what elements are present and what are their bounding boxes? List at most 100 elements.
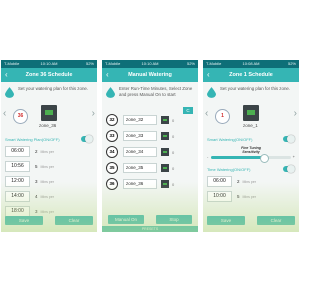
minutes-value[interactable]: 5 (35, 164, 38, 169)
zone-name-field[interactable]: zone_36 (123, 179, 157, 189)
nav-bar: ‹ Zone 36 Schedule (1, 68, 97, 82)
battery-level: 52% (287, 61, 296, 66)
run-time-value[interactable]: 0 (172, 134, 174, 139)
carrier-label: T-Mobile (206, 61, 222, 66)
page-title: Manual Watering (128, 72, 172, 78)
time-input[interactable]: 14:00 (5, 191, 30, 202)
time-row: 06:00 2 Mins per (203, 174, 299, 189)
zone-row[interactable]: 34 zone_34 0 (102, 144, 198, 160)
clear-button[interactable]: Clear (55, 216, 93, 225)
water-drop-icon (207, 87, 216, 98)
zone-number-badge: 36 (13, 109, 28, 124)
chevron-right-icon[interactable]: › (92, 108, 95, 119)
instruction-row: Enter Run-Time Minutes, Select Zone and … (102, 82, 198, 100)
button-row: Save Clear (207, 216, 295, 225)
chevron-left-icon[interactable]: ‹ (205, 108, 208, 119)
chevron-left-icon[interactable]: ‹ (3, 108, 6, 119)
instruction-text: Set your watering plan for this zone. (18, 86, 89, 91)
nav-bar: ‹ Manual Watering (102, 68, 198, 82)
time-watering-toggle-row: Time Watering(ON/OFF) (203, 164, 299, 174)
instruction-text: Set your watering plan for this zone. (220, 86, 291, 91)
zone-number-circle[interactable]: 34 (106, 146, 118, 158)
smart-watering-toggle-row: Smart Watering(ON/OFF) (203, 134, 299, 144)
zone-name-field[interactable]: zone_34 (123, 147, 157, 157)
status-bar: T-Mobile 10:10 AM 52% (1, 60, 97, 68)
zone-name: zone_1 (243, 123, 258, 128)
time-input[interactable]: 12:00 (5, 176, 30, 187)
time-input[interactable]: 06:00 (207, 176, 232, 187)
instruction-text: Enter Run-Time Minutes, Select Zone and … (119, 86, 193, 97)
clock: 10:10 AM (40, 61, 58, 66)
manual-on-button[interactable]: Manual On (108, 215, 144, 224)
minutes-unit: Mins per (40, 149, 54, 154)
water-drop-icon (5, 87, 14, 98)
minutes-unit: Mins per (242, 194, 256, 199)
zone-name-field[interactable]: zone_33 (123, 131, 157, 141)
zone-row[interactable]: 35 zone_35 0 (102, 160, 198, 176)
zone-list: 32 zone_32 0 33 zone_33 0 34 zone_34 0 35 zone_35 0… (102, 112, 198, 192)
zone-selector: ‹ 36 zone_36 › (1, 100, 97, 134)
slider-knob[interactable] (260, 154, 269, 163)
zone-name: zone_36 (39, 123, 57, 128)
run-time-value[interactable]: 0 (172, 150, 174, 155)
toggle-label: Time Watering(ON/OFF) (207, 166, 251, 172)
back-arrow-icon[interactable]: ‹ (5, 68, 8, 82)
zone-row[interactable]: 32 zone_32 0 (102, 112, 198, 128)
back-arrow-icon[interactable]: ‹ (207, 68, 210, 82)
battery-level: 52% (85, 61, 94, 66)
save-button[interactable]: Save (207, 216, 245, 225)
clear-button[interactable]: Clear (257, 216, 295, 225)
battery-level: 52% (186, 61, 195, 66)
time-list: 06:00 2 Mins per 10:56 5 Mins per 12:00 3 Mins p… (1, 144, 97, 219)
back-arrow-icon[interactable]: ‹ (106, 68, 109, 82)
minutes-unit: Mins per (40, 194, 54, 199)
manual-watering-screen: T-Mobile 10:10 AM 52% ‹ Manual Watering … (102, 60, 198, 232)
clock: 10:10 AM (141, 61, 159, 66)
zone-thumbnail (161, 164, 169, 172)
zone-number-circle[interactable]: 32 (106, 114, 118, 126)
time-input[interactable]: 10:00 (207, 191, 232, 202)
zone-number-circle[interactable]: 36 (106, 178, 118, 190)
minutes-value[interactable]: 2 (35, 149, 38, 154)
presets-bar[interactable]: PRESETS (102, 226, 198, 232)
minutes-value[interactable]: 3 (35, 209, 38, 214)
minutes-value[interactable]: 3 (35, 179, 38, 184)
zone-name-field[interactable]: zone_35 (123, 163, 157, 173)
page-title: Zone 1 Schedule (229, 72, 273, 78)
stop-button[interactable]: Stop (156, 215, 192, 224)
chevron-right-icon[interactable]: › (294, 108, 297, 119)
zone-number-circle[interactable]: 33 (106, 130, 118, 142)
run-time-value[interactable]: 0 (172, 182, 174, 187)
zone-row[interactable]: 36 zone_36 0 (102, 176, 198, 192)
minutes-value[interactable]: 5 (237, 194, 240, 199)
save-button[interactable]: Save (5, 216, 43, 225)
zone-name-field[interactable]: zone_32 (123, 115, 157, 125)
carrier-label: T-Mobile (4, 61, 20, 66)
zone-thumbnail (161, 148, 169, 156)
minutes-value[interactable]: 4 (35, 194, 38, 199)
zone-thumbnail (161, 132, 169, 140)
smart-watering-toggle-row: Smart Watering Plan(ON/OFF) (1, 134, 97, 144)
clear-all-button[interactable]: C (183, 107, 193, 114)
slider-fill (211, 156, 263, 159)
status-bar: T-Mobile 10:08 AM 52% (203, 60, 299, 68)
zone-row[interactable]: 33 zone_33 0 (102, 128, 198, 144)
zone-image[interactable] (243, 105, 259, 121)
clock: 10:08 AM (242, 61, 260, 66)
run-time-value[interactable]: 0 (172, 118, 174, 123)
zone-image[interactable] (41, 105, 57, 121)
time-input[interactable]: 10:56 (5, 161, 30, 172)
minutes-unit: Mins per (242, 179, 256, 184)
smart-watering-toggle[interactable] (81, 135, 93, 143)
toggle-label: Smart Watering(ON/OFF) (207, 136, 253, 142)
run-time-value[interactable]: 0 (172, 166, 174, 171)
time-watering-toggle[interactable] (283, 165, 295, 173)
zone-number-circle[interactable]: 35 (106, 162, 118, 174)
smart-watering-toggle[interactable] (283, 135, 295, 143)
status-bar: T-Mobile 10:10 AM 52% (102, 60, 198, 68)
minutes-value[interactable]: 2 (237, 179, 240, 184)
slider-track[interactable] (211, 154, 291, 163)
time-row: 10:56 5 Mins per (1, 159, 97, 174)
time-input[interactable]: 06:00 (5, 146, 30, 157)
toggle-label: Smart Watering Plan(ON/OFF) (5, 136, 60, 142)
